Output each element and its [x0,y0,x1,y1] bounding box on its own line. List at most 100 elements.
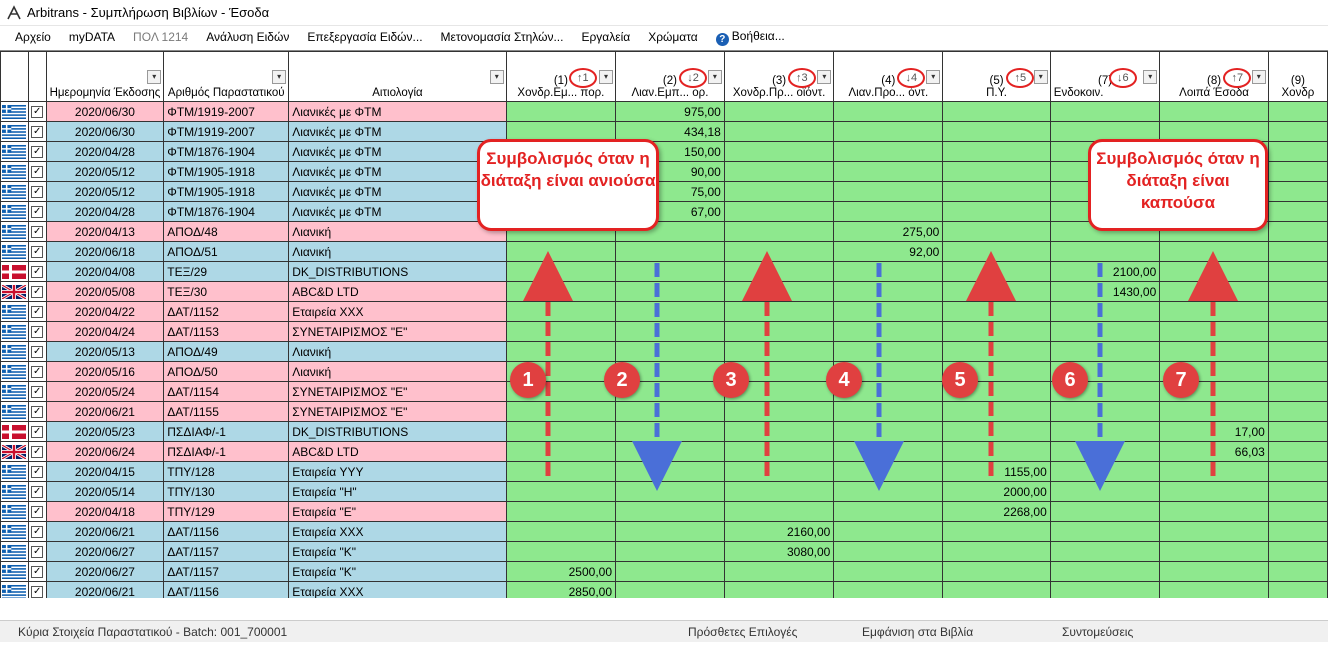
checkmark-icon[interactable]: ✓ [31,486,44,499]
cell-amount[interactable] [723,321,835,342]
cell-doc[interactable]: ΔΑΤ/1153 [163,321,290,342]
cell-amount[interactable] [942,161,1051,182]
filter-dropdown-icon[interactable]: ▾ [489,70,504,84]
cell-amount[interactable] [942,341,1051,362]
cell-amount[interactable] [833,341,944,362]
cell-date[interactable]: 2020/05/14 [45,481,165,502]
row-checkbox[interactable]: ✓ [27,461,47,482]
cell-amount[interactable] [505,521,617,542]
cell-amount[interactable] [615,261,725,282]
cell-amount[interactable] [615,501,725,522]
row-checkbox[interactable]: ✓ [27,441,47,462]
cell-date[interactable]: 2020/06/30 [45,101,165,122]
cell-desc[interactable]: Εταιρεία ΧΧΧ [288,301,507,322]
checkmark-icon[interactable]: ✓ [31,506,44,519]
cell-amount[interactable] [505,541,617,562]
cell-amount[interactable] [1049,241,1161,262]
cell-amount[interactable] [615,321,725,342]
cell-amount[interactable] [723,301,835,322]
menu-item-4[interactable]: Επεξεργασία Ειδών... [298,30,431,44]
row-checkbox[interactable]: ✓ [27,381,47,402]
cell-amount[interactable] [942,441,1051,462]
cell-desc[interactable]: ΣΥΝΕΤΑΙΡΙΣΜΟΣ "Ε" [288,321,507,342]
cell-date[interactable]: 2020/04/08 [45,261,165,282]
cell-amount[interactable] [1159,301,1269,322]
filter-dropdown-icon[interactable]: ▾ [707,70,722,84]
cell-amount[interactable] [942,281,1051,302]
cell-amount[interactable] [1267,501,1328,522]
cell-amount[interactable] [942,561,1051,582]
cell-amount[interactable] [505,501,617,522]
cell-desc[interactable]: Εταιρεία "Η" [288,481,507,502]
cell-amount[interactable] [723,401,835,422]
table-row[interactable]: ✓ 2020/06/24 ΠΣΔΙΑΦ/-1 ABC&D LTD 66,03 [0,441,1328,462]
checkmark-icon[interactable]: ✓ [31,346,44,359]
cell-amount[interactable] [833,281,944,302]
checkmark-icon[interactable]: ✓ [31,186,44,199]
cell-amount[interactable] [1267,121,1328,142]
row-checkbox[interactable]: ✓ [27,541,47,562]
cell-amount[interactable] [615,301,725,322]
cell-date[interactable]: 2020/04/28 [45,201,165,222]
cell-amount[interactable] [723,261,835,282]
cell-doc[interactable]: ΦΤΜ/1876-1904 [163,141,290,162]
cell-amount[interactable] [1049,541,1161,562]
cell-doc[interactable]: ΔΑΤ/1157 [163,541,290,562]
column-header-date[interactable]: Ημερομηνία Έκδοσης ▾ [45,51,165,102]
cell-amount[interactable] [1267,141,1328,162]
cell-amount[interactable]: 275,00 [833,221,944,242]
cell-amount[interactable] [1267,461,1328,482]
cell-amount[interactable] [723,461,835,482]
cell-amount[interactable]: 2500,00 [505,561,617,582]
row-checkbox[interactable]: ✓ [27,481,47,502]
cell-amount[interactable] [615,461,725,482]
cell-amount[interactable] [833,581,944,598]
column-header-amount-2[interactable]: (3) Χονδρ.Πρ... οϊόντ. ↑3 ▾ [723,51,835,102]
cell-amount[interactable] [505,301,617,322]
cell-amount[interactable] [505,481,617,502]
cell-doc[interactable]: ΤΠΥ/128 [163,461,290,482]
cell-amount[interactable] [1049,401,1161,422]
cell-amount[interactable] [1267,301,1328,322]
cell-doc[interactable]: ΠΣΔΙΑΦ/-1 [163,441,290,462]
menu-item-5[interactable]: Μετονομασία Στηλών... [432,30,573,44]
cell-date[interactable]: 2020/06/27 [45,561,165,582]
cell-amount[interactable] [723,501,835,522]
cell-amount[interactable]: 2268,00 [942,501,1051,522]
cell-amount[interactable] [1049,501,1161,522]
cell-amount[interactable] [723,141,835,162]
cell-amount[interactable] [1049,581,1161,598]
cell-amount[interactable] [1267,181,1328,202]
cell-amount[interactable] [1267,441,1328,462]
cell-amount[interactable] [723,121,835,142]
cell-amount[interactable] [1267,481,1328,502]
row-checkbox[interactable]: ✓ [27,241,47,262]
row-checkbox[interactable]: ✓ [27,261,47,282]
cell-doc[interactable]: ΔΑΤ/1152 [163,301,290,322]
cell-amount[interactable]: 17,00 [1159,421,1269,442]
main-info-tab[interactable]: Κύρια Στοιχεία Παραστατικού - Batch: 001… [18,625,287,639]
cell-amount[interactable] [1049,301,1161,322]
cell-amount[interactable] [833,201,944,222]
row-checkbox[interactable]: ✓ [27,101,47,122]
cell-desc[interactable]: ΣΥΝΕΤΑΙΡΙΣΜΟΣ "Ε" [288,381,507,402]
cell-amount[interactable] [1159,101,1269,122]
cell-date[interactable]: 2020/04/18 [45,501,165,522]
cell-amount[interactable] [1267,281,1328,302]
cell-amount[interactable] [1267,361,1328,382]
cell-amount[interactable] [505,321,617,342]
menu-item-3[interactable]: Ανάλυση Ειδών [197,30,298,44]
cell-amount[interactable] [1159,581,1269,598]
cell-desc[interactable]: Λιανικές με ΦΤΜ [288,121,507,142]
cell-amount[interactable] [833,101,944,122]
checkmark-icon[interactable]: ✓ [31,526,44,539]
cell-amount[interactable] [615,521,725,542]
cell-amount[interactable] [833,161,944,182]
cell-amount[interactable] [833,181,944,202]
menu-item-0[interactable]: Αρχείο [6,30,60,44]
cell-doc[interactable]: ΦΤΜ/1919-2007 [163,121,290,142]
row-checkbox[interactable]: ✓ [27,281,47,302]
cell-desc[interactable]: Λιανικές με ΦΤΜ [288,161,507,182]
cell-amount[interactable] [1159,241,1269,262]
row-checkbox[interactable]: ✓ [27,121,47,142]
